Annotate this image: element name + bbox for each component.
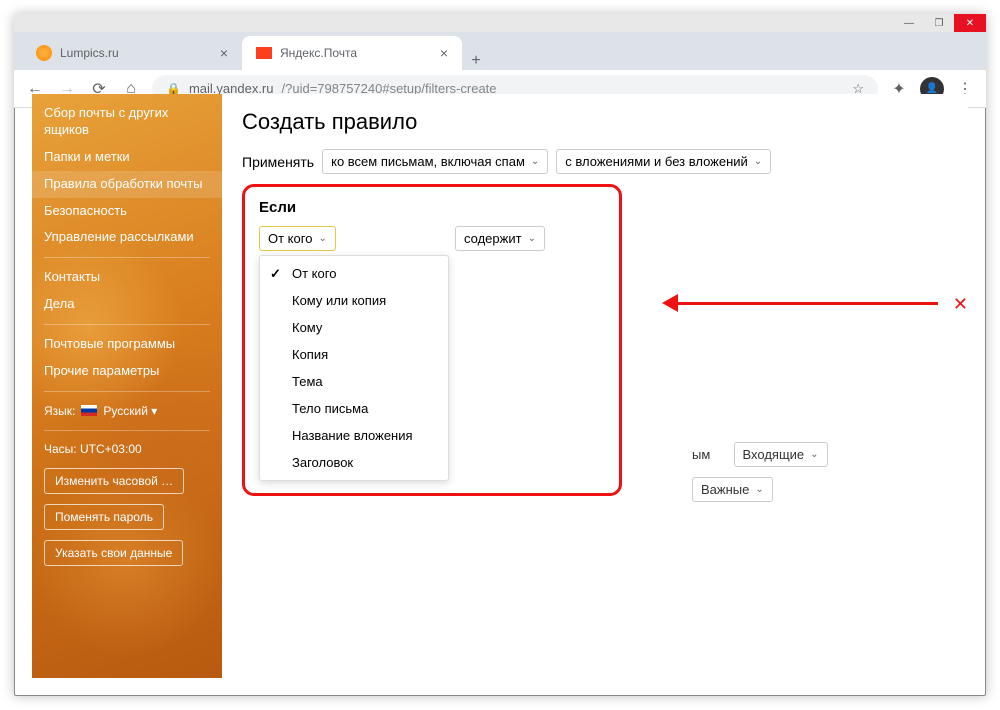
clock-setting: Часы: UTC+03:00 [32, 437, 222, 463]
folder-select[interactable]: Входящие [734, 442, 828, 467]
sidebar-item-rules[interactable]: Правила обработки почты [32, 171, 222, 198]
tab-label: Яндекс.Почта [280, 46, 357, 60]
btn-change-tz[interactable]: Изменить часовой … [44, 468, 184, 494]
apply-scope-select[interactable]: ко всем письмам, включая спам [322, 149, 548, 174]
sidebar-item-contacts[interactable]: Контакты [32, 264, 222, 291]
dd-subject[interactable]: Тема [260, 368, 448, 395]
label-select[interactable]: Важные [692, 477, 773, 502]
if-label: Если [259, 199, 605, 216]
window-minimize[interactable]: — [894, 14, 924, 32]
dd-body[interactable]: Тело письма [260, 395, 448, 422]
main-content: Создать правило Применять ко всем письма… [222, 94, 968, 678]
sidebar: Сбор почты с других ящиков Папки и метки… [32, 94, 222, 678]
partial-text: ым [692, 447, 710, 462]
btn-personal-data[interactable]: Указать свои данные [44, 540, 183, 566]
dd-header[interactable]: Заголовок [260, 449, 448, 476]
condition-field-select[interactable]: От кого [259, 226, 336, 251]
tab-close-icon[interactable]: × [440, 45, 448, 61]
sidebar-item-other[interactable]: Прочие параметры [32, 358, 222, 385]
dd-attachment-name[interactable]: Название вложения [260, 422, 448, 449]
apply-attach-select[interactable]: с вложениями и без вложений [556, 149, 771, 174]
language-selector[interactable]: Язык: Русский ▾ [32, 398, 222, 424]
new-tab-button[interactable]: + [462, 52, 490, 70]
annotation-arrow [662, 294, 938, 312]
window-maximize[interactable]: ❐ [924, 14, 954, 32]
sidebar-item-subscriptions[interactable]: Управление рассылками [32, 224, 222, 251]
condition-op-select[interactable]: содержит [455, 226, 545, 251]
sidebar-item-security[interactable]: Безопасность [32, 198, 222, 225]
apply-label: Применять [242, 154, 314, 170]
window-close[interactable]: ✕ [954, 14, 986, 32]
sidebar-item-todos[interactable]: Дела [32, 291, 222, 318]
dd-to-or-cc[interactable]: Кому или копия [260, 287, 448, 314]
tab-yandex-mail[interactable]: Яндекс.Почта × [242, 36, 462, 70]
btn-change-password[interactable]: Поменять пароль [44, 504, 164, 530]
tab-lumpics[interactable]: Lumpics.ru × [22, 36, 242, 70]
delete-condition-icon[interactable]: ✕ [953, 294, 968, 315]
tab-close-icon[interactable]: × [220, 45, 228, 61]
condition-highlight: Если От кого От кого Кому или копия Кому… [242, 184, 622, 496]
favicon-yandex [256, 47, 272, 59]
sidebar-item-collect[interactable]: Сбор почты с других ящиков [32, 100, 222, 144]
page-title: Создать правило [242, 109, 948, 135]
tab-label: Lumpics.ru [60, 46, 119, 60]
sidebar-item-folders[interactable]: Папки и метки [32, 144, 222, 171]
flag-ru-icon [81, 405, 97, 416]
dd-from[interactable]: От кого [260, 260, 448, 287]
dd-to[interactable]: Кому [260, 314, 448, 341]
dd-cc[interactable]: Копия [260, 341, 448, 368]
condition-field-dropdown: От кого Кому или копия Кому Копия Тема Т… [259, 255, 449, 481]
favicon-lumpics [36, 45, 52, 61]
sidebar-item-mailapps[interactable]: Почтовые программы [32, 331, 222, 358]
